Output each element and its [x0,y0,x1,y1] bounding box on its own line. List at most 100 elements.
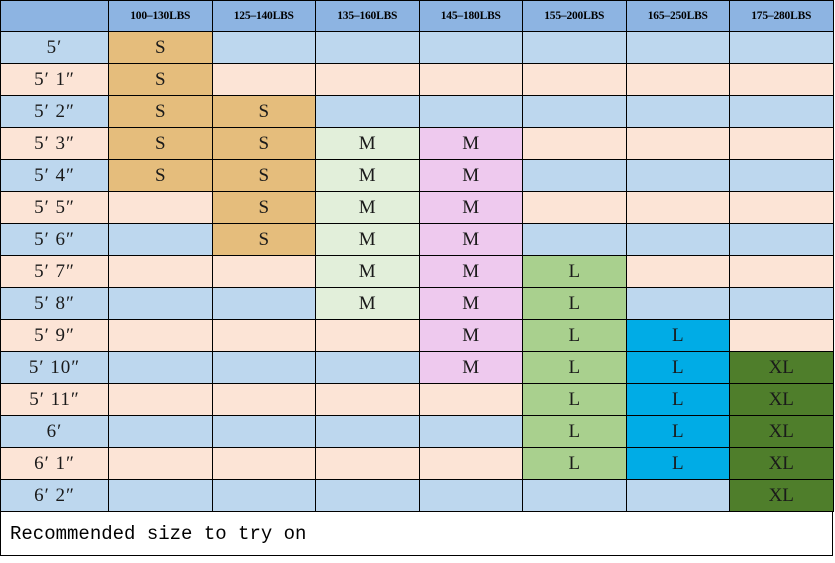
table-header: 100–130LBS 125–140LBS 135–160LBS 145–180LBS… [0,0,834,32]
empty-cell-3-4 [522,127,627,160]
empty-cell-12-0 [108,415,213,448]
empty-cell-11-1 [211,383,316,416]
size-cell-9-4: L [522,319,627,352]
empty-cell-10-0 [108,351,213,384]
empty-cell-0-5 [625,31,730,64]
size-cell-4-0: S [108,159,213,192]
row-header-height-6: 5′ 6″ [0,223,109,256]
size-cell-6-1: S [211,223,316,256]
empty-cell-7-5 [625,255,730,288]
empty-cell-1-2 [315,63,420,96]
empty-cell-0-4 [522,31,627,64]
empty-cell-2-2 [315,95,420,128]
empty-cell-1-3 [418,63,523,96]
table-row: 5′ 3″ S S M M [0,127,834,160]
row-header-height-2: 5′ 2″ [0,95,109,128]
empty-cell-1-6 [729,63,834,96]
size-cell-3-2: M [315,127,420,160]
empty-cell-8-0 [108,287,213,320]
empty-cell-12-1 [211,415,316,448]
empty-cell-8-6 [729,287,834,320]
table-row: 5′ 6″ S M M [0,223,834,256]
empty-cell-6-5 [625,223,730,256]
empty-cell-14-3 [418,479,523,512]
row-header-height-1: 5′ 1″ [0,63,109,96]
table-row: 5′ 2″ S S [0,95,834,128]
size-cell-3-3: M [418,127,523,160]
empty-cell-14-2 [315,479,420,512]
table-row: 5′ 4″ S S M M [0,159,834,192]
size-cell-11-6: XL [729,383,834,416]
size-cell-0-0: S [108,31,213,64]
empty-cell-5-6 [729,191,834,224]
table-row: 6′ 1″ L L XL [0,447,834,480]
size-cell-8-3: M [418,287,523,320]
row-header-height-0: 5′ [0,31,109,64]
empty-cell-5-0 [108,191,213,224]
empty-cell-2-4 [522,95,627,128]
empty-cell-9-1 [211,319,316,352]
row-header-height-7: 5′ 7″ [0,255,109,288]
empty-cell-12-2 [315,415,420,448]
size-cell-7-2: M [315,255,420,288]
table-row: 5′ 8″ M M L [0,287,834,320]
size-cell-13-4: L [522,447,627,480]
size-cell-2-0: S [108,95,213,128]
empty-cell-2-3 [418,95,523,128]
empty-cell-14-1 [211,479,316,512]
empty-cell-1-1 [211,63,316,96]
empty-cell-4-5 [625,159,730,192]
row-header-height-5: 5′ 5″ [0,191,109,224]
empty-cell-3-5 [625,127,730,160]
row-header-height-12: 6′ [0,415,109,448]
size-cell-9-3: M [418,319,523,352]
row-header-height-4: 5′ 4″ [0,159,109,192]
size-cell-10-6: XL [729,351,834,384]
empty-cell-9-2 [315,319,420,352]
column-header-weight-2: 135–160LBS [315,0,420,32]
column-header-weight-5: 165–250LBS [625,0,730,32]
size-cell-10-3: M [418,351,523,384]
size-cell-4-2: M [315,159,420,192]
column-header-weight-6: 175–280LBS [729,0,834,32]
table-row: 5′ 11″ L L XL [0,383,834,416]
size-cell-3-0: S [108,127,213,160]
table-row: 5′ 7″ M M L [0,255,834,288]
empty-cell-4-4 [522,159,627,192]
size-cell-1-0: S [108,63,213,96]
size-cell-5-3: M [418,191,523,224]
empty-cell-11-0 [108,383,213,416]
size-cell-6-3: M [418,223,523,256]
size-cell-4-3: M [418,159,523,192]
column-header-weight-1: 125–140LBS [211,0,316,32]
size-cell-10-4: L [522,351,627,384]
size-cell-5-2: M [315,191,420,224]
row-header-height-10: 5′ 10″ [0,351,109,384]
size-cell-5-1: S [211,191,316,224]
empty-cell-10-1 [211,351,316,384]
empty-cell-9-6 [729,319,834,352]
size-cell-11-4: L [522,383,627,416]
row-header-height-11: 5′ 11″ [0,383,109,416]
row-header-height-8: 5′ 8″ [0,287,109,320]
table-row: 5′ S [0,31,834,64]
size-cell-7-3: M [418,255,523,288]
empty-cell-5-5 [625,191,730,224]
header-corner-cell [0,0,109,32]
empty-cell-10-2 [315,351,420,384]
row-header-height-3: 5′ 3″ [0,127,109,160]
empty-cell-2-5 [625,95,730,128]
empty-cell-3-6 [729,127,834,160]
empty-cell-0-2 [315,31,420,64]
empty-cell-13-2 [315,447,420,480]
table-row: 5′ 10″ M L L XL [0,351,834,384]
empty-cell-6-4 [522,223,627,256]
column-header-weight-4: 155–200LBS [522,0,627,32]
table-body: 5′ S 5′ 1″ S 5′ 2″ S S 5′ 3″ S S M M 5′ 4″ S S M M 5′ 5″ S… [0,31,834,512]
size-cell-9-5: L [625,319,730,352]
empty-cell-6-0 [108,223,213,256]
size-cell-12-6: XL [729,415,834,448]
empty-cell-9-0 [108,319,213,352]
size-cell-10-5: L [625,351,730,384]
empty-cell-13-0 [108,447,213,480]
